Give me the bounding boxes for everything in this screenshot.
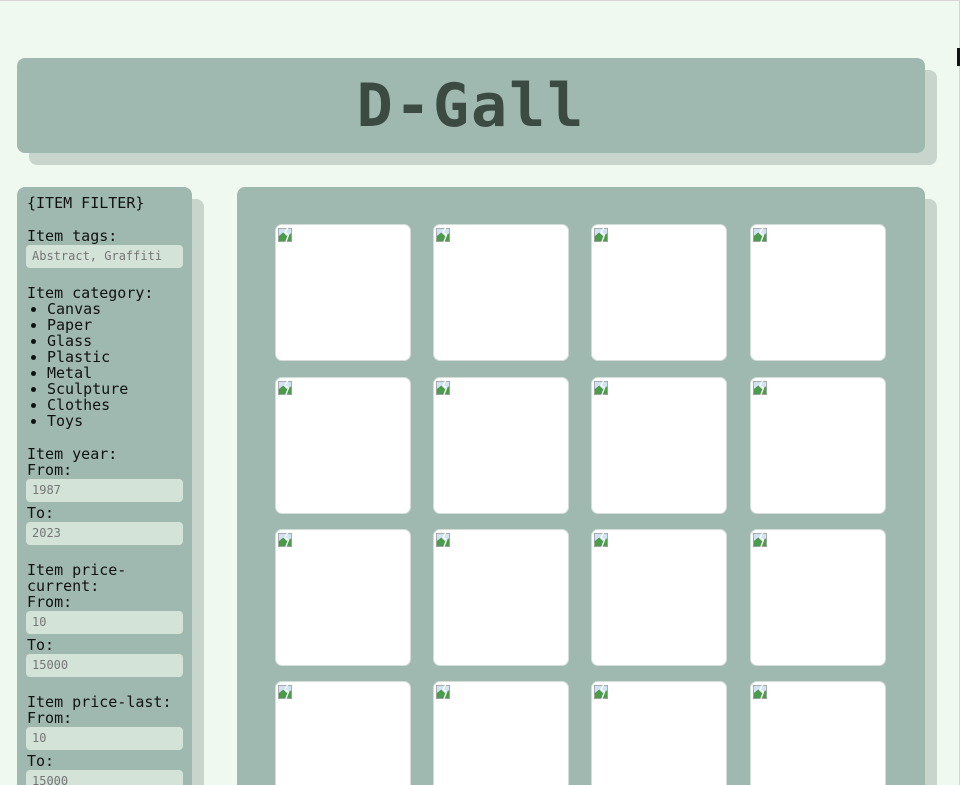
price-last-to-input[interactable]: [26, 770, 183, 785]
site-title: D-Gall: [356, 70, 586, 141]
gallery-item-tile[interactable]: [433, 377, 569, 514]
price-last-label: Item price-last:: [27, 693, 172, 711]
year-label: Item year:: [27, 445, 118, 463]
gallery-item-tile[interactable]: [275, 224, 411, 361]
gallery-item-tile[interactable]: [591, 224, 727, 361]
price-current-from-input[interactable]: [26, 611, 183, 634]
price-last-from-input[interactable]: [26, 727, 183, 750]
category-label: Item category:: [27, 284, 154, 302]
broken-image-icon: [753, 532, 767, 548]
price-current-to-input[interactable]: [26, 654, 183, 677]
broken-image-icon: [594, 380, 608, 396]
year-from-label: From:: [27, 461, 73, 479]
gallery-item-tile[interactable]: [275, 377, 411, 514]
broken-image-icon: [594, 227, 608, 243]
category-item-plastic[interactable]: Plastic: [47, 349, 183, 365]
top-border: [0, 0, 960, 1]
gallery-item-tile[interactable]: [750, 377, 886, 514]
category-item-glass[interactable]: Glass: [47, 333, 183, 349]
broken-image-icon: [278, 227, 292, 243]
broken-image-icon: [753, 684, 767, 700]
broken-image-icon: [436, 227, 450, 243]
price-current-from-label: From:: [27, 593, 73, 611]
category-list: Canvas Paper Glass Plastic Metal Sculptu…: [27, 301, 183, 429]
year-from-input[interactable]: [26, 479, 183, 502]
gallery-item-tile[interactable]: [750, 224, 886, 361]
gallery-item-tile[interactable]: [433, 224, 569, 361]
gallery-item-tile[interactable]: [433, 681, 569, 785]
broken-image-icon: [436, 380, 450, 396]
category-item-metal[interactable]: Metal: [47, 365, 183, 381]
broken-image-icon: [278, 380, 292, 396]
price-last-from-label: From:: [27, 709, 73, 727]
broken-image-icon: [594, 532, 608, 548]
price-last-to-label: To:: [27, 752, 55, 770]
gallery-item-tile[interactable]: [275, 681, 411, 785]
page: D-Gall {ITEM FILTER} Item tags: Item cat…: [0, 0, 960, 785]
broken-image-icon: [594, 684, 608, 700]
filter-title: {ITEM FILTER}: [27, 194, 145, 212]
gallery-item-tile[interactable]: [275, 529, 411, 666]
year-to-input[interactable]: [26, 522, 183, 545]
gallery-item-tile[interactable]: [591, 377, 727, 514]
gallery-grid: [237, 187, 925, 785]
broken-image-icon: [753, 227, 767, 243]
site-header: D-Gall: [17, 58, 925, 153]
broken-image-icon: [753, 380, 767, 396]
tags-input[interactable]: [26, 245, 183, 268]
category-item-toys[interactable]: Toys: [47, 413, 183, 429]
broken-image-icon: [278, 532, 292, 548]
year-to-label: To:: [27, 504, 55, 522]
item-filter-panel: {ITEM FILTER} Item tags: Item category: …: [17, 187, 192, 785]
gallery-item-tile[interactable]: [433, 529, 569, 666]
gallery-item-tile[interactable]: [750, 681, 886, 785]
category-item-canvas[interactable]: Canvas: [47, 301, 183, 317]
gallery-item-tile[interactable]: [591, 529, 727, 666]
tags-label: Item tags:: [27, 227, 118, 245]
gallery-item-tile[interactable]: [591, 681, 727, 785]
gallery-item-tile[interactable]: [750, 529, 886, 666]
broken-image-icon: [436, 684, 450, 700]
broken-image-icon: [278, 684, 292, 700]
price-current-to-label: To:: [27, 636, 55, 654]
category-item-paper[interactable]: Paper: [47, 317, 183, 333]
broken-image-icon: [436, 532, 450, 548]
category-item-clothes[interactable]: Clothes: [47, 397, 183, 413]
price-current-label: Item price-current:: [27, 561, 127, 595]
category-item-sculpture[interactable]: Sculpture: [47, 381, 183, 397]
